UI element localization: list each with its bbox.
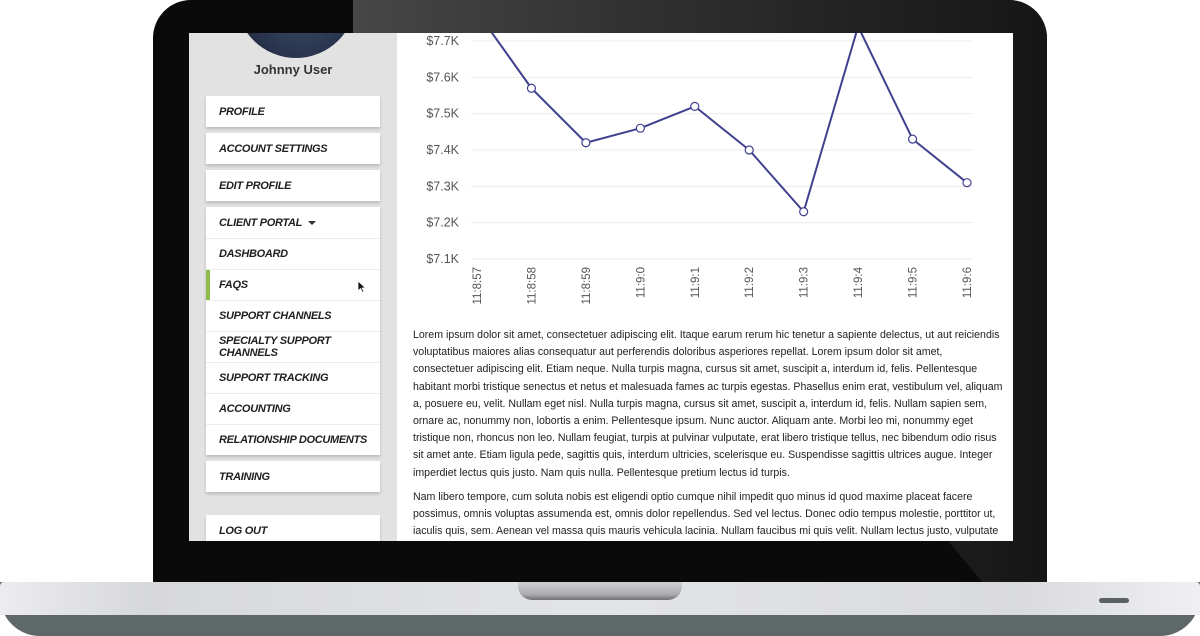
sidebar-item-label: LOG OUT [219,524,268,537]
sidebar-item-client-portal[interactable]: CLIENT PORTAL [206,207,380,238]
main-content: $7.1K $7.2K $7.3K $7.4K $7.5K $7.6K $7.7K 11:8… [397,33,1013,541]
x-tick-label: 11:9:1 [690,267,702,298]
sidebar-item-label: PROFILE [219,105,265,118]
sidebar-item-label: ACCOUNTING [219,403,291,415]
y-tick-label: $7.3K [426,179,459,193]
x-tick-label: 11:9:3 [799,267,811,298]
x-tick-label: 11:9:5 [908,267,920,298]
data-point[interactable] [526,83,537,93]
mouse-cursor-icon [357,280,367,294]
data-point[interactable] [962,178,972,188]
data-point[interactable] [907,134,918,144]
nav-group-profile: PROFILE [206,96,380,127]
paragraph: Nam libero tempore, cum soluta nobis est… [413,490,999,538]
sidebar-item-training[interactable]: TRAINING [206,461,380,492]
x-tick-label: 11:8:57 [472,267,484,305]
y-tick-label: $7.1K [426,252,459,266]
sidebar-item-label: SPECIALTY SUPPORT CHANNELS [219,335,331,359]
sidebar-item-accounting[interactable]: ACCOUNTING [206,393,380,424]
user-name: Johnny User [253,62,333,77]
y-tick-label: $7.6K [426,70,459,84]
sidebar-item-label: FAQS [219,279,248,291]
data-point[interactable] [744,145,754,155]
sidebar: Johnny User PROFILE ACCOUNT SETTINGS EDI… [189,33,397,541]
x-tick-label: 11:9:2 [744,267,756,298]
sidebar-item-relationship-documents[interactable]: RELATIONSHIP DOCUMENTS [206,424,380,455]
data-point[interactable] [799,207,809,217]
paragraph: Lorem ipsum dolor sit amet, consectetuer… [413,329,1003,479]
article-body: Lorem ipsum dolor sit amet, consectetuer… [413,327,1005,541]
x-tick-label: 11:8:58 [526,267,538,305]
y-tick-label: $7.4K [426,143,459,157]
data-point[interactable] [581,138,591,148]
laptop-indicator-light [1099,598,1129,603]
avatar[interactable] [236,33,356,58]
sidebar-item-log-out[interactable]: LOG OUT [206,515,380,541]
sidebar-item-dashboard[interactable]: DASHBOARD [206,238,380,269]
sidebar-item-edit-profile[interactable]: EDIT PROFILE [206,170,380,201]
sidebar-item-support-channels[interactable]: SUPPORT CHANNELS [206,300,380,331]
sidebar-item-label: CLIENT PORTAL [219,216,303,229]
x-tick-label: 11:9:0 [635,267,647,298]
nav-group-account-settings: ACCOUNT SETTINGS [206,133,380,164]
x-tick-label: 11:9:6 [962,267,974,298]
sidebar-item-label: RELATIONSHIP DOCUMENTS [219,434,368,446]
nav-group-logout: LOG OUT [206,515,380,541]
y-tick-label: $7.2K [426,216,459,230]
x-tick-label: 11:8:59 [581,267,593,305]
sidebar-item-label: EDIT PROFILE [219,179,292,192]
line-chart: $7.1K $7.2K $7.3K $7.4K $7.5K $7.6K $7.7K 11:8… [426,33,974,305]
sidebar-item-profile[interactable]: PROFILE [206,96,380,127]
sidebar-item-label: SUPPORT TRACKING [219,372,329,384]
sidebar-item-label: TRAINING [219,470,270,483]
series-line [490,33,968,213]
y-tick-label: $7.5K [426,107,459,121]
sidebar-item-faqs[interactable]: FAQS [206,269,380,300]
sidebar-item-label: ACCOUNT SETTINGS [219,142,328,155]
laptop-screen: Johnny User PROFILE ACCOUNT SETTINGS EDI… [189,33,1013,541]
sidebar-item-support-tracking[interactable]: SUPPORT TRACKING [206,362,380,393]
caret-down-icon [308,220,317,225]
sidebar-item-label: SUPPORT CHANNELS [219,310,332,322]
nav-group-edit-profile: EDIT PROFILE [206,170,380,201]
sidebar-item-account-settings[interactable]: ACCOUNT SETTINGS [206,133,380,164]
laptop-notch [518,582,682,600]
nav-group-training: TRAINING [206,461,380,492]
data-point[interactable] [635,123,645,133]
data-point[interactable] [690,101,700,112]
nav-group-client-portal: CLIENT PORTAL DASHBOARD FAQS SUPPORT CHA… [206,207,380,455]
y-tick-label: $7.7K [426,34,459,48]
x-tick-label: 11:9:4 [853,266,865,298]
sidebar-item-label: DASHBOARD [219,248,288,260]
sidebar-item-specialty-support-channels[interactable]: SPECIALTY SUPPORT CHANNELS [206,331,380,362]
